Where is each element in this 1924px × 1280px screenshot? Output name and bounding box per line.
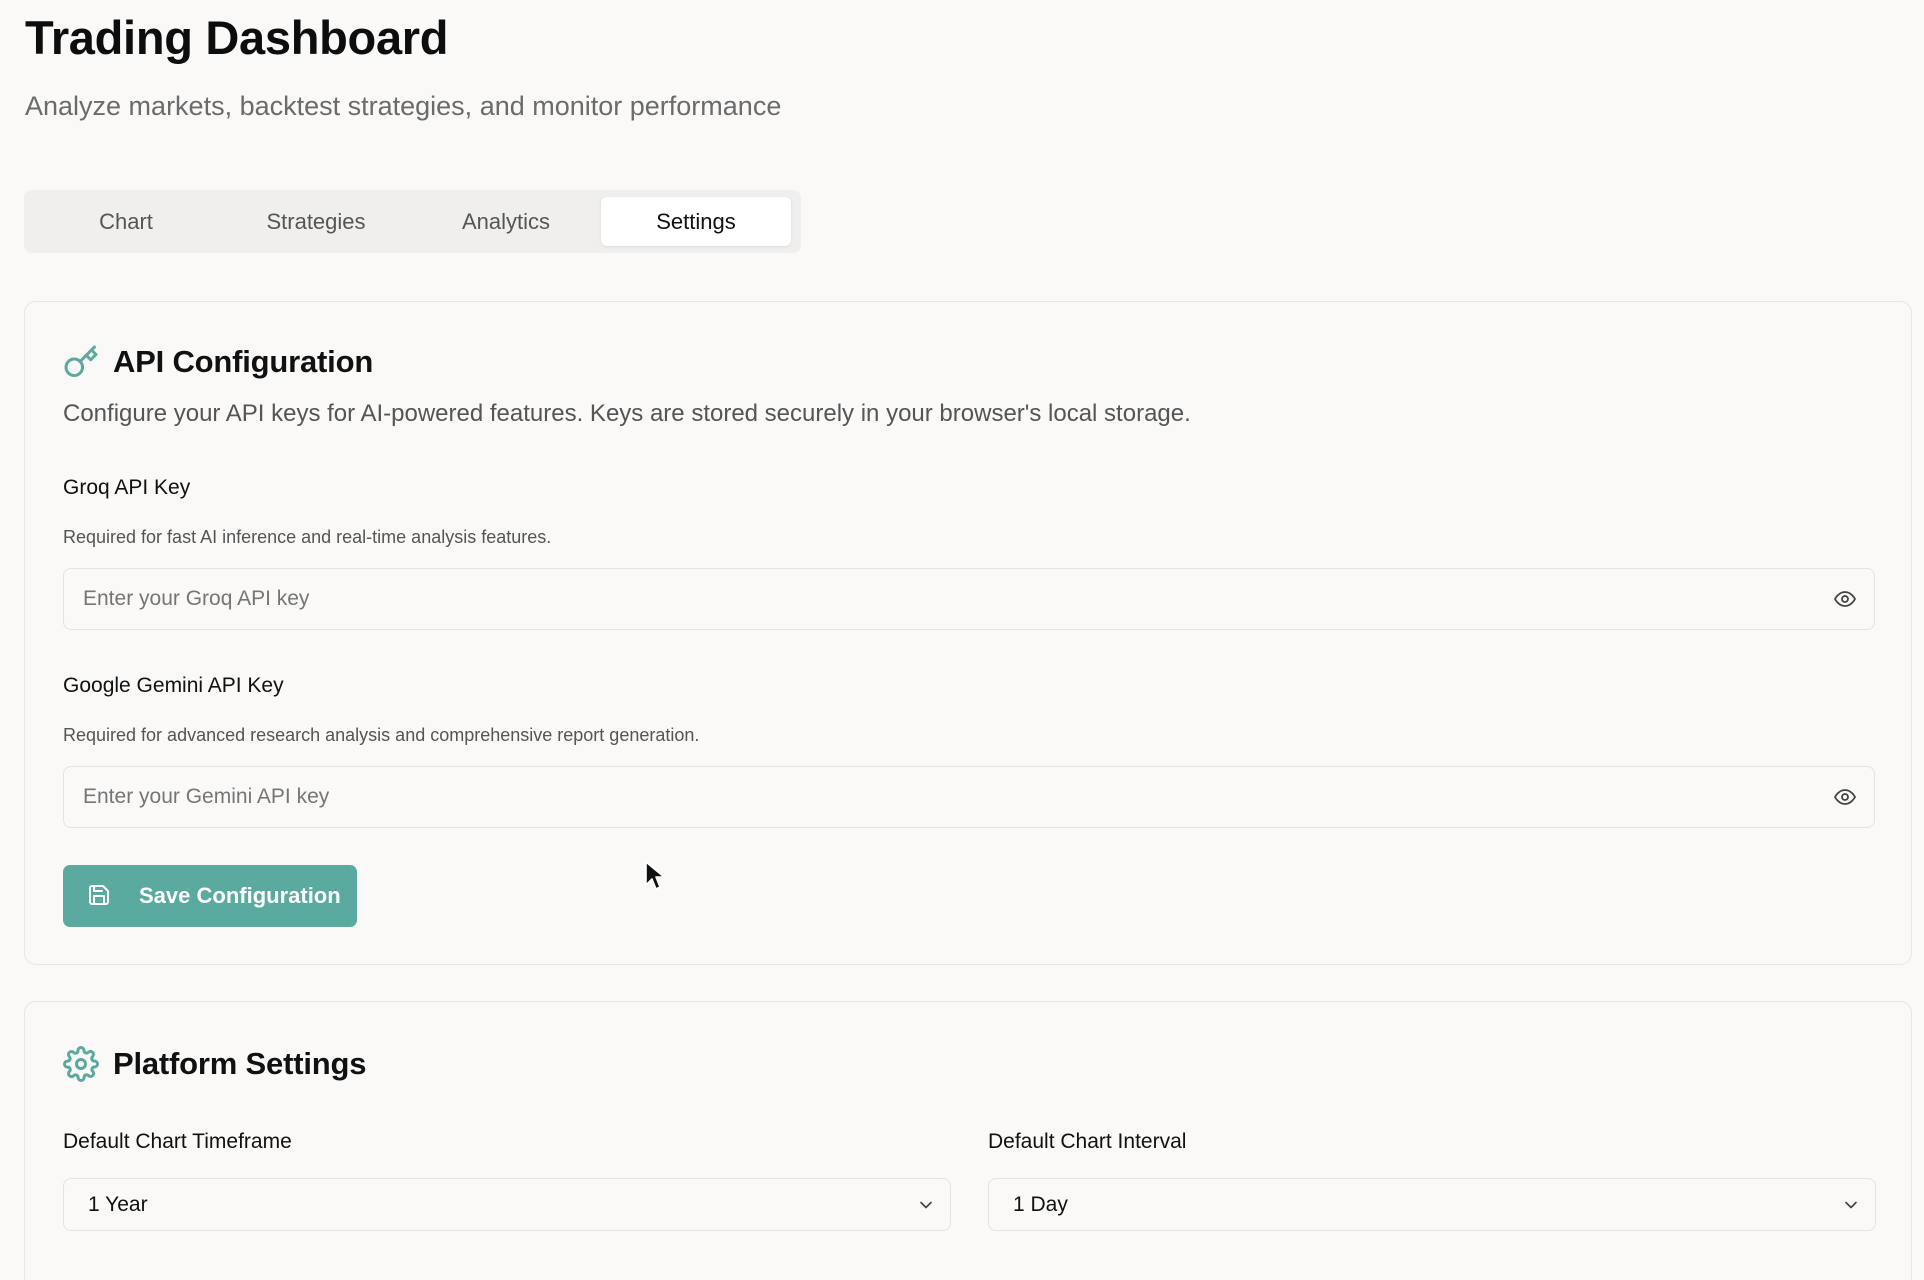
save-icon	[87, 883, 111, 910]
key-icon	[63, 344, 99, 380]
tab-bar: Chart Strategies Analytics Settings	[24, 190, 801, 253]
tab-chart[interactable]: Chart	[31, 197, 221, 246]
eye-icon[interactable]	[1832, 784, 1858, 810]
chevron-down-icon	[1841, 1195, 1861, 1220]
default-chart-interval-label: Default Chart Interval	[988, 1130, 1187, 1153]
gemini-api-key-input[interactable]	[64, 767, 1804, 827]
mouse-cursor-icon	[644, 860, 666, 897]
groq-api-key-label: Groq API Key	[63, 476, 191, 499]
default-chart-interval-value: 1 Day	[1013, 1192, 1068, 1216]
api-configuration-description: Configure your API keys for AI-powered f…	[63, 400, 1191, 427]
gear-icon	[63, 1046, 99, 1082]
platform-settings-title: Platform Settings	[113, 1046, 367, 1081]
platform-settings-card: Platform Settings Default Chart Timefram…	[24, 1001, 1912, 1280]
gemini-api-key-label: Google Gemini API Key	[63, 674, 284, 697]
save-configuration-label: Save Configuration	[139, 883, 341, 908]
platform-settings-header: Platform Settings	[63, 1046, 366, 1082]
page-title: Trading Dashboard	[25, 11, 449, 64]
chevron-down-icon	[916, 1195, 936, 1220]
eye-icon[interactable]	[1832, 586, 1858, 612]
tab-settings[interactable]: Settings	[601, 197, 791, 246]
default-chart-timeframe-value: 1 Year	[88, 1192, 148, 1216]
api-configuration-title: API Configuration	[113, 344, 374, 379]
tab-strategies[interactable]: Strategies	[221, 197, 411, 246]
default-chart-timeframe-label: Default Chart Timeframe	[63, 1130, 292, 1153]
trading-dashboard-page: Trading Dashboard Analyze markets, backt…	[0, 0, 1924, 1280]
tab-analytics[interactable]: Analytics	[411, 197, 601, 246]
gemini-api-key-field	[63, 766, 1875, 828]
groq-api-key-input[interactable]	[64, 569, 1804, 629]
groq-api-key-field	[63, 568, 1875, 630]
gemini-api-key-help: Required for advanced research analysis …	[63, 725, 700, 745]
default-chart-timeframe-select[interactable]: 1 Year	[63, 1178, 951, 1231]
page-subtitle: Analyze markets, backtest strategies, an…	[25, 91, 782, 121]
api-configuration-card: API Configuration Configure your API key…	[24, 301, 1912, 965]
save-configuration-button[interactable]: Save Configuration	[63, 865, 357, 927]
api-configuration-header: API Configuration	[63, 344, 373, 380]
default-chart-interval-select[interactable]: 1 Day	[988, 1178, 1876, 1231]
groq-api-key-help: Required for fast AI inference and real-…	[63, 527, 552, 547]
